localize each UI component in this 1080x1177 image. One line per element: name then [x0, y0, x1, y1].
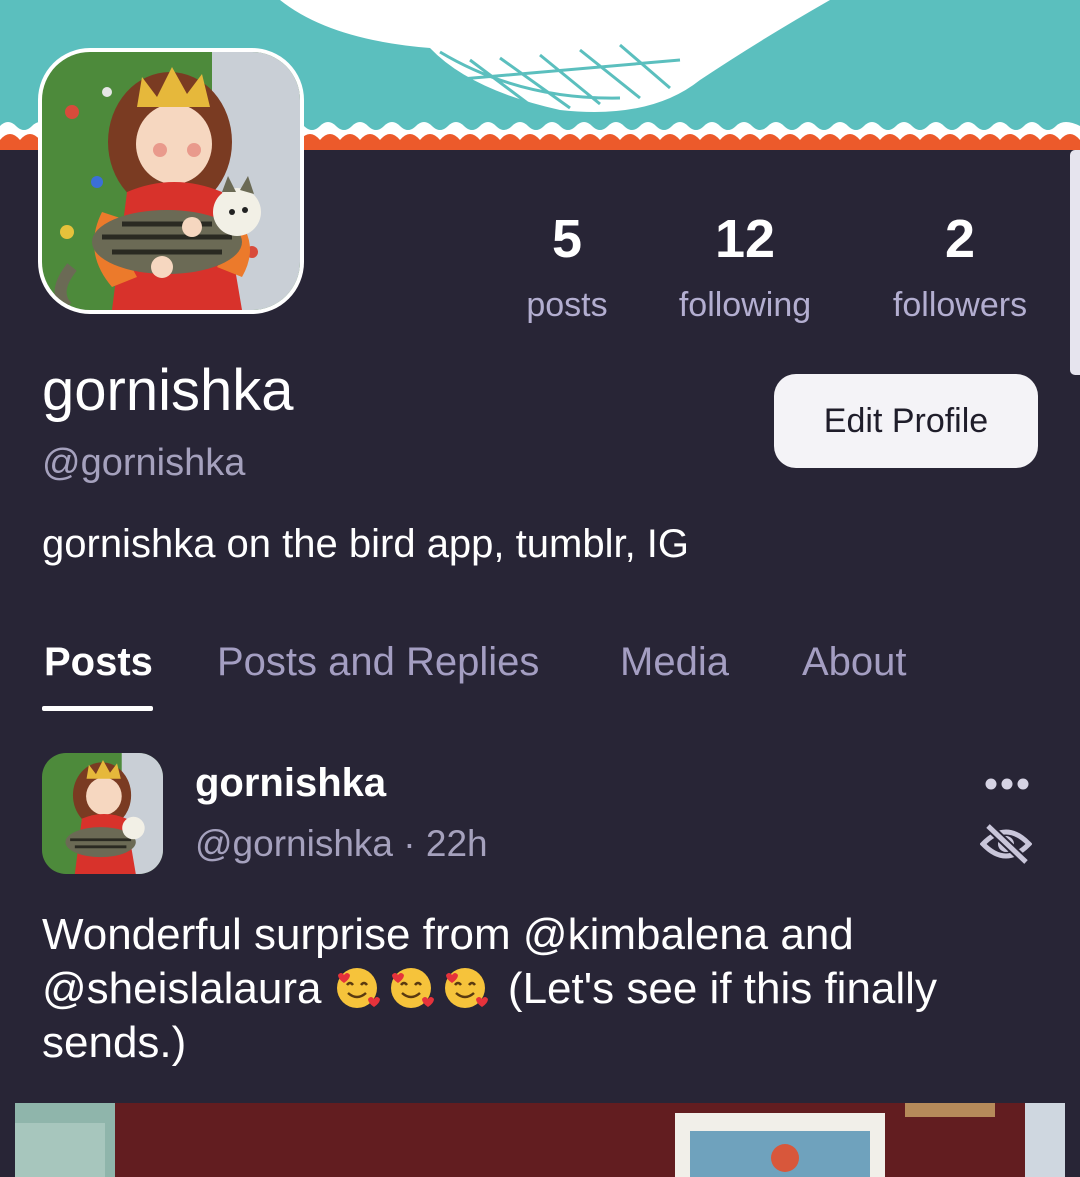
smiling-face-with-hearts-icon — [442, 965, 492, 1011]
profile-handle: @gornishka — [42, 442, 246, 484]
stat-posts[interactable]: 5 posts — [507, 212, 627, 322]
active-tab-indicator — [42, 706, 153, 711]
profile-avatar[interactable] — [38, 48, 304, 314]
following-label: following — [678, 286, 812, 324]
scrollbar[interactable] — [1070, 150, 1080, 375]
followers-label: followers — [892, 286, 1028, 324]
ellipsis-icon[interactable] — [984, 772, 1030, 796]
post-avatar[interactable] — [42, 753, 163, 874]
post-meta: @gornishka · 22h — [195, 823, 488, 864]
posts-label: posts — [526, 286, 608, 324]
stat-following[interactable]: 12 following — [660, 212, 830, 322]
profile-bio: gornishka on the bird app, tumblr, IG — [42, 522, 690, 566]
tab-media[interactable]: Media — [620, 642, 729, 682]
smiling-face-with-hearts-icon — [388, 965, 438, 1011]
posts-count: 5 — [551, 209, 583, 269]
tab-posts-and-replies[interactable]: Posts and Replies — [217, 642, 539, 682]
post-body: Wonderful surprise from @kimbalena and @… — [42, 908, 1042, 1070]
following-count: 12 — [714, 209, 776, 269]
profile-page: 5 posts 12 following 2 followers gornish… — [0, 0, 1080, 1177]
smiling-face-with-hearts-icon — [334, 965, 384, 1011]
followers-count: 2 — [944, 209, 976, 269]
tab-posts[interactable]: Posts — [44, 642, 153, 682]
tab-about[interactable]: About — [802, 642, 907, 682]
profile-display-name: gornishka — [42, 358, 294, 423]
post-image[interactable] — [15, 1103, 1065, 1177]
edit-profile-button[interactable]: Edit Profile — [774, 374, 1038, 468]
post-author-name[interactable]: gornishka — [195, 763, 386, 803]
stat-followers[interactable]: 2 followers — [870, 212, 1050, 322]
eye-slash-icon[interactable] — [979, 822, 1033, 866]
